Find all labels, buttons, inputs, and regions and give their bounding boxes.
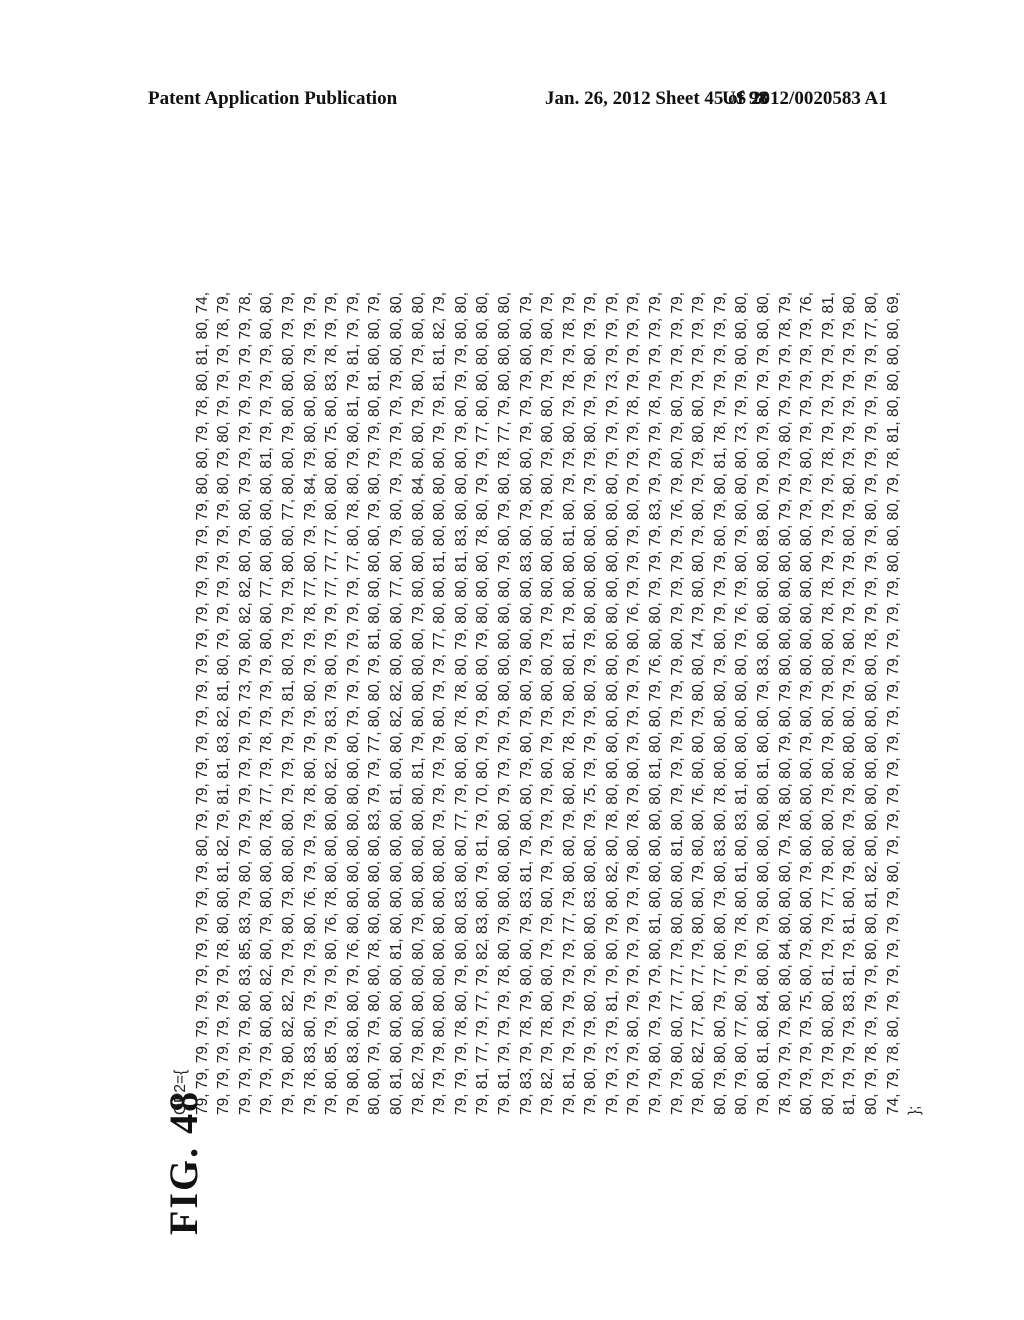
matrix-row: 79, 81, 79, 79, 79, 78, 80, 79, 80, 80, …	[495, 291, 513, 1115]
matrix-row: 78, 79, 79, 79, 80, 80, 84, 80, 80, 80, …	[776, 291, 794, 1115]
matrix-row: 79, 79, 80, 82, 82, 79, 79, 80, 79, 80, …	[279, 291, 297, 1115]
matrix-row: 79, 79, 79, 79, 79, 79, 79, 79, 79, 79, …	[193, 291, 211, 1115]
matrix-row: 80, 79, 79, 79, 75, 80, 79, 80, 80, 79, …	[798, 291, 816, 1115]
publication-number: US 2012/0020583 A1	[722, 88, 888, 109]
matrix-row: 80, 79, 79, 80, 80, 81, 79, 79, 77, 79, …	[819, 291, 837, 1115]
matrix-row: 79, 80, 83, 80, 80, 79, 76, 80, 80, 80, …	[344, 291, 362, 1115]
matrix-row: 79, 79, 79, 78, 80, 79, 80, 80, 83, 80, …	[452, 291, 470, 1115]
matrix-row: 79, 81, 79, 79, 79, 79, 79, 77, 79, 80, …	[560, 291, 578, 1115]
matrix-row: 80, 81, 80, 80, 80, 80, 81, 80, 80, 80, …	[387, 291, 405, 1115]
matrix-row: 80, 80, 79, 79, 80, 80, 78, 80, 80, 80, …	[366, 291, 384, 1115]
matrix-row: 79, 79, 79, 80, 79, 79, 79, 79, 79, 79, …	[625, 291, 643, 1115]
matrix-row: 79, 79, 73, 79, 81, 79, 80, 79, 80, 82, …	[603, 291, 621, 1115]
matrix-rows: 79, 79, 79, 79, 79, 79, 79, 79, 79, 79, …	[192, 292, 905, 1115]
matrix-row: 79, 81, 77, 79, 77, 79, 82, 83, 80, 79, …	[474, 291, 492, 1115]
matrix-row: 79, 79, 79, 79, 80, 83, 85, 83, 79, 80, …	[236, 291, 254, 1115]
matrix-row: 79, 79, 79, 80, 80, 80, 80, 80, 80, 80, …	[431, 291, 449, 1115]
matrix-row: 79, 80, 85, 79, 79, 79, 80, 76, 78, 80, …	[323, 291, 341, 1115]
matrix-row: 79, 79, 80, 80, 77, 77, 79, 80, 80, 80, …	[668, 291, 686, 1115]
code-open: QP2={	[172, 1069, 189, 1115]
matrix-row: 79, 80, 81, 80, 84, 80, 80, 79, 80, 80, …	[755, 291, 773, 1115]
matrix-row: 80, 79, 80, 77, 80, 79, 79, 78, 80, 81, …	[733, 291, 751, 1115]
matrix-row: 81, 79, 79, 79, 83, 81, 79, 81, 80, 79, …	[841, 291, 859, 1115]
rotated-figure: FIG. 48 QP2={ 79, 79, 79, 79, 79, 79, 79…	[160, 135, 1024, 1235]
matrix-row: 74, 79, 78, 80, 79, 79, 79, 79, 79, 80, …	[884, 291, 902, 1115]
matrix-row: 79, 79, 79, 80, 80, 82, 80, 79, 80, 80, …	[258, 291, 276, 1115]
matrix-row: 79, 80, 82, 77, 80, 77, 79, 80, 80, 79, …	[690, 291, 708, 1115]
matrix-row: 80, 79, 80, 80, 79, 77, 80, 80, 79, 80, …	[711, 291, 729, 1115]
qp-matrix: QP2={ 79, 79, 79, 79, 79, 79, 79, 79, 79…	[170, 292, 926, 1115]
matrix-row: 79, 82, 79, 78, 80, 80, 79, 79, 80, 79, …	[539, 291, 557, 1115]
matrix-row: 79, 79, 79, 79, 79, 79, 78, 80, 80, 81, …	[215, 291, 233, 1115]
matrix-row: 79, 79, 80, 79, 79, 79, 80, 81, 80, 80, …	[647, 291, 665, 1115]
publication-type: Patent Application Publication	[148, 88, 398, 109]
matrix-row: 80, 79, 78, 79, 79, 79, 80, 80, 81, 82, …	[863, 291, 880, 1115]
matrix-row: 79, 82, 79, 80, 80, 80, 80, 79, 80, 80, …	[409, 291, 427, 1115]
code-close: };	[906, 1105, 924, 1115]
matrix-row: 79, 80, 79, 79, 80, 79, 80, 80, 83, 80, …	[582, 291, 600, 1115]
matrix-row: 79, 78, 83, 80, 79, 79, 79, 80, 76, 79, …	[301, 291, 319, 1115]
matrix-row: 79, 83, 79, 78, 79, 80, 80, 79, 83, 81, …	[517, 291, 535, 1115]
